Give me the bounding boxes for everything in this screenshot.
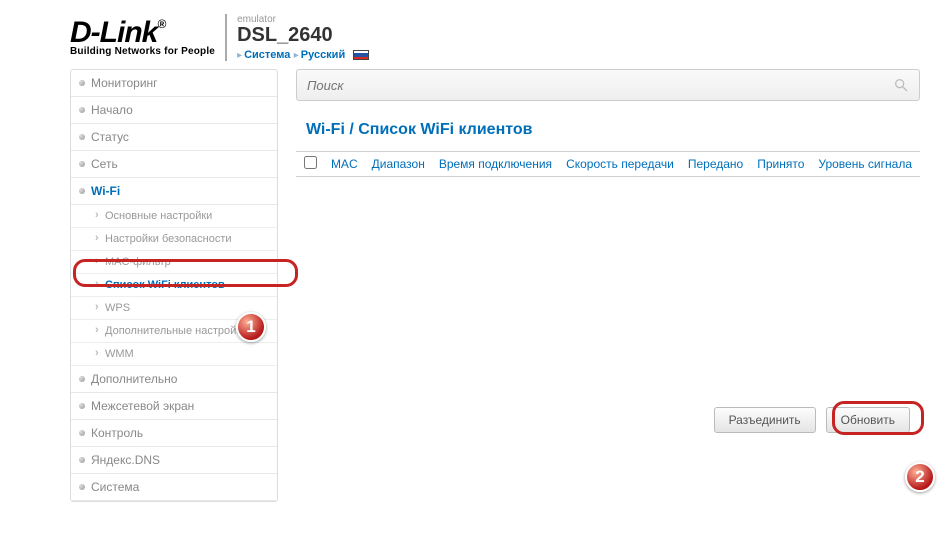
- sidebar-sub-advanced[interactable]: Дополнительные настройки: [71, 320, 277, 343]
- sidebar-item-wifi[interactable]: Wi-Fi: [71, 178, 277, 205]
- table-body-empty: [296, 177, 920, 407]
- disconnect-button[interactable]: Разъединить: [714, 407, 816, 433]
- refresh-button[interactable]: Обновить: [826, 407, 910, 433]
- header-info: emulator DSL_2640 ▸Система ▸Русский: [225, 14, 369, 61]
- sidebar-item-advanced[interactable]: Дополнительно: [71, 366, 277, 393]
- sidebar-sub-client-list[interactable]: Список WiFi клиентов: [71, 274, 277, 297]
- page-title: Wi-Fi / Список WiFi клиентов: [296, 115, 920, 151]
- sidebar: Мониторинг Начало Статус Сеть Wi-Fi Осно…: [70, 69, 278, 502]
- model-name: DSL_2640: [237, 25, 369, 45]
- search-input[interactable]: [307, 78, 893, 93]
- brand-name: D-Link®: [70, 19, 215, 46]
- crumb-language[interactable]: Русский: [301, 49, 345, 61]
- col-mac[interactable]: MAC: [331, 157, 358, 171]
- col-recv[interactable]: Принято: [757, 157, 804, 171]
- breadcrumb: ▸Система ▸Русский: [237, 47, 369, 61]
- col-signal[interactable]: Уровень сигнала: [818, 157, 912, 171]
- search-icon[interactable]: [893, 77, 909, 93]
- sidebar-sub-security[interactable]: Настройки безопасности: [71, 228, 277, 251]
- col-sent[interactable]: Передано: [688, 157, 743, 171]
- flag-icon: [353, 50, 369, 61]
- col-band[interactable]: Диапазон: [372, 157, 425, 171]
- col-conn-time[interactable]: Время подключения: [439, 157, 552, 171]
- sidebar-item-network[interactable]: Сеть: [71, 151, 277, 178]
- sidebar-item-status[interactable]: Статус: [71, 124, 277, 151]
- sidebar-item-system[interactable]: Система: [71, 474, 277, 501]
- table-header-row: MAC Диапазон Время подключения Скорость …: [296, 151, 920, 177]
- search-box: [296, 69, 920, 101]
- select-all-checkbox[interactable]: [304, 156, 317, 172]
- sidebar-sub-basic[interactable]: Основные настройки: [71, 205, 277, 228]
- sidebar-item-yandexdns[interactable]: Яндекс.DNS: [71, 447, 277, 474]
- header: D-Link® Building Networks for People emu…: [0, 0, 950, 69]
- crumb-system[interactable]: Система: [244, 49, 290, 61]
- sidebar-item-control[interactable]: Контроль: [71, 420, 277, 447]
- brand-logo: D-Link® Building Networks for People: [70, 19, 215, 57]
- sidebar-item-monitoring[interactable]: Мониторинг: [71, 70, 277, 97]
- col-tx-rate[interactable]: Скорость передачи: [566, 157, 674, 171]
- sidebar-sub-wmm[interactable]: WMM: [71, 343, 277, 366]
- brand-tagline: Building Networks for People: [70, 46, 215, 57]
- sidebar-item-firewall[interactable]: Межсетевой экран: [71, 393, 277, 420]
- main-content: Wi-Fi / Список WiFi клиентов MAC Диапазо…: [296, 69, 920, 433]
- sidebar-sub-wps[interactable]: WPS: [71, 297, 277, 320]
- action-bar: Разъединить Обновить: [296, 407, 920, 433]
- sidebar-item-start[interactable]: Начало: [71, 97, 277, 124]
- sidebar-sub-macfilter[interactable]: MAC-фильтр: [71, 251, 277, 274]
